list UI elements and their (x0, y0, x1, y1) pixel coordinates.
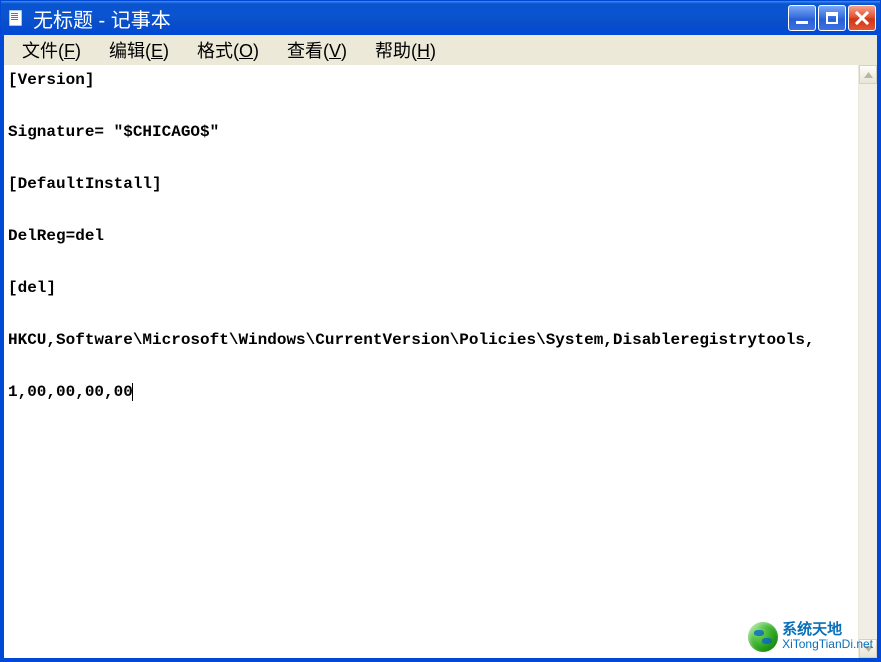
title-bar[interactable]: 无标题 - 记事本 (1, 1, 880, 35)
menu-format[interactable]: 格式(O) (183, 35, 273, 65)
menu-file[interactable]: 文件(F) (8, 35, 95, 65)
menu-help[interactable]: 帮助(H) (361, 35, 450, 65)
minimize-button[interactable] (788, 5, 816, 31)
scroll-up-button[interactable] (859, 65, 877, 84)
window-controls (788, 5, 878, 31)
window-title: 无标题 - 记事本 (33, 4, 171, 33)
watermark-text: 系统天地 XiTongTianDi.net (782, 623, 873, 651)
text-editor[interactable]: [Version] Signature= "$CHICAGO$" [Defaul… (4, 65, 858, 658)
close-button[interactable] (848, 5, 876, 31)
notepad-icon (7, 9, 25, 27)
notepad-window: 无标题 - 记事本 文件(F) 编辑(E) 格式(O) 查看(V) 帮助(H) … (0, 0, 881, 662)
editor-frame: [Version] Signature= "$CHICAGO$" [Defaul… (1, 65, 880, 661)
text-cursor-icon (132, 383, 133, 401)
watermark: 系统天地 XiTongTianDi.net (748, 622, 873, 652)
menu-view[interactable]: 查看(V) (273, 35, 361, 65)
watermark-url: XiTongTianDi.net (782, 637, 873, 651)
globe-icon (748, 622, 778, 652)
menu-bar: 文件(F) 编辑(E) 格式(O) 查看(V) 帮助(H) (1, 35, 880, 65)
scrollbar-track[interactable] (859, 84, 877, 639)
maximize-button[interactable] (818, 5, 846, 31)
vertical-scrollbar[interactable] (858, 65, 877, 658)
editor-content: [Version] Signature= "$CHICAGO$" [Defaul… (8, 71, 815, 401)
menu-edit[interactable]: 编辑(E) (95, 35, 183, 65)
watermark-title: 系统天地 (782, 623, 842, 637)
